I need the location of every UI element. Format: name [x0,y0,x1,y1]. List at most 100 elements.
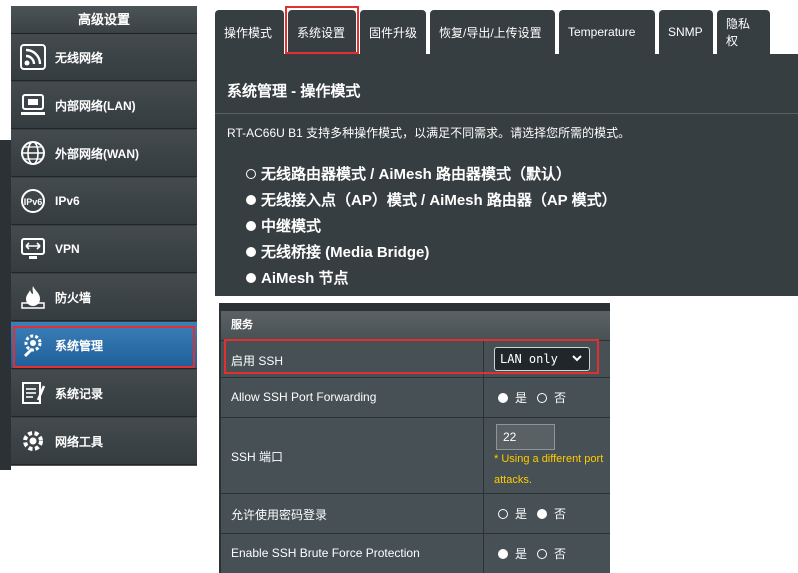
radio-button[interactable] [537,548,548,559]
radio-button[interactable] [246,272,256,283]
sidebar-item-label: 系统记录 [55,386,104,401]
password-login-row: 允许使用密码登录 是 否 [221,493,610,533]
sidebar-item-label: 内部网络(LAN) [55,98,136,113]
port-forwarding-no-option[interactable]: 否 [537,389,566,406]
tab-temperature[interactable]: Temperature [559,10,655,54]
password-login-no-option[interactable]: 否 [537,505,566,522]
title-divider [215,113,798,114]
operation-mode-panel: 系统管理 - 操作模式 RT-AC66U B1 支持多种操作模式，以满足不同需求… [215,54,798,296]
mode-label: 无线路由器模式 / AiMesh 路由器模式（默认） [261,166,572,183]
brute-force-no-option[interactable]: 否 [537,545,566,562]
radio-button[interactable] [498,548,508,559]
mode-option-access-point[interactable]: 无线接入点（AP）模式 / AiMesh 路由器（AP 模式） [246,189,617,210]
column-divider [483,494,484,533]
no-label: 否 [554,391,567,405]
tab-firmware-upgrade[interactable]: 固件升级 [360,10,426,54]
ssh-port-row: SSH 端口 22 * Using a different port attac… [221,417,610,493]
tab-privacy[interactable]: 隐私权 [717,10,770,54]
radio-button[interactable] [246,246,256,257]
sidebar-item-syslog[interactable]: 系统记录 [11,370,197,417]
lan-icon [19,91,47,119]
radio-button[interactable] [246,220,256,231]
column-divider [483,378,484,417]
tab-system-settings[interactable]: 系统设置 [288,10,356,54]
sidebar-item-label: 外部网络(WAN) [55,146,139,161]
mode-option-aimesh-node[interactable]: AiMesh 节点 [246,267,349,288]
sidebar-item-wireless[interactable]: 无线网络 [11,34,197,81]
ssh-port-warning-line2: attacks. [494,474,532,486]
sidebar-item-label: 网络工具 [55,434,104,449]
mode-label: AiMesh 节点 [261,270,349,287]
sidebar-item-firewall[interactable]: 防火墙 [11,274,197,321]
radio-button[interactable] [498,392,508,403]
sidebar-title: 高级设置 [11,6,197,34]
sidebar-item-network-tools[interactable]: 网络工具 [11,418,197,465]
mode-label: 无线接入点（AP）模式 / AiMesh 路由器（AP 模式） [261,192,617,209]
tools-icon [19,427,47,455]
sidebar-item-label: 系统管理 [55,338,104,353]
vpn-icon [19,235,47,263]
sidebar-item-administration[interactable]: 系统管理 [11,322,197,369]
password-login-label: 允许使用密码登录 [231,508,328,522]
radio-button[interactable] [246,168,256,179]
gear-wrench-icon [19,331,47,359]
page-description: RT-AC66U B1 支持多种操作模式，以满足不同需求。请选择您所需的模式。 [227,126,631,140]
enable-ssh-row: 启用 SSH LAN only [221,340,610,377]
mode-label: 无线桥接 (Media Bridge) [261,244,430,261]
radio-button[interactable] [498,508,508,519]
services-header: 服务 [221,311,610,340]
firewall-icon [19,283,47,311]
no-label: 否 [554,507,567,521]
port-forwarding-options: 是 否 [498,389,576,406]
password-login-yes-option[interactable]: 是 [498,505,527,522]
sidebar-item-label: 防火墙 [55,290,92,305]
sidebar-item-lan[interactable]: 内部网络(LAN) [11,82,197,129]
sidebar-item-label: IPv6 [55,194,80,208]
radio-button[interactable] [537,508,548,519]
radio-button[interactable] [246,194,256,205]
port-forwarding-yes-option[interactable]: 是 [498,389,527,406]
mode-option-repeater[interactable]: 中继模式 [246,215,321,236]
svg-text:IPv6: IPv6 [24,197,43,207]
enable-ssh-select[interactable]: LAN only [494,347,590,371]
ssh-port-label: SSH 端口 [231,450,284,464]
wireless-icon [19,43,47,71]
ssh-port-input[interactable]: 22 [496,424,555,450]
password-login-options: 是 否 [498,505,576,522]
sidebar-item-wan[interactable]: 外部网络(WAN) [11,130,197,177]
column-divider [483,418,484,493]
sidebar-shadow [0,140,11,470]
sidebar-item-vpn[interactable]: VPN [11,226,197,273]
column-divider [483,534,484,573]
sidebar-item-label: VPN [55,242,80,256]
enable-ssh-value: LAN only [500,352,558,366]
radio-button[interactable] [537,392,548,403]
yes-label: 是 [515,547,528,561]
log-icon [19,379,47,407]
sidebar-item-label: 无线网络 [55,50,104,65]
chevron-down-icon [571,352,583,367]
mode-option-router[interactable]: 无线路由器模式 / AiMesh 路由器模式（默认） [246,163,571,184]
tab-bar: 操作模式 系统设置 固件升级 恢复/导出/上传设置 Temperature SN… [215,10,774,54]
sidebar-item-ipv6[interactable]: IPv6 IPv6 [11,178,197,225]
tab-restore-save-upload[interactable]: 恢复/导出/上传设置 [430,10,555,54]
no-label: 否 [554,547,567,561]
column-divider [483,341,484,377]
tab-snmp[interactable]: SNMP [659,10,713,54]
globe-icon [19,139,47,167]
mode-option-media-bridge[interactable]: 无线桥接 (Media Bridge) [246,241,429,262]
yes-label: 是 [515,391,528,405]
ssh-port-warning-line1: * Using a different port [494,453,604,465]
sidebar: 高级设置 无线网络 内部网络(LAN) 外部网络(WAN) IPv6 IPv6 … [0,0,205,573]
brute-force-row: Enable SSH Brute Force Protection 是 否 [221,533,610,573]
tab-operation-mode[interactable]: 操作模式 [215,10,284,54]
yes-label: 是 [515,507,528,521]
enable-ssh-label: 启用 SSH [231,354,284,368]
mode-label: 中继模式 [261,218,322,235]
port-forwarding-label: Allow SSH Port Forwarding [231,390,377,404]
brute-force-yes-option[interactable]: 是 [498,545,527,562]
page-title: 系统管理 - 操作模式 [227,83,361,100]
port-forwarding-row: Allow SSH Port Forwarding 是 否 [221,377,610,417]
brute-force-label: Enable SSH Brute Force Protection [231,546,420,560]
services-panel: 服务 启用 SSH LAN only Allow SSH Port Forwar… [219,303,610,573]
